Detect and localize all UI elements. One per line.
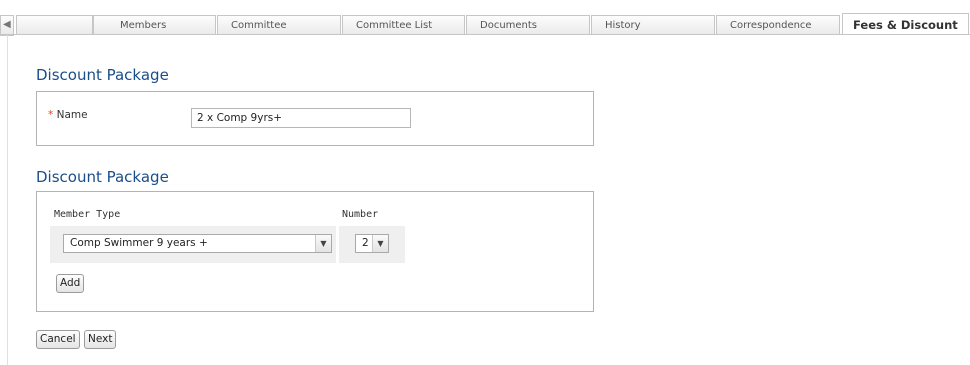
chevron-down-icon: ▼ xyxy=(315,235,331,252)
tab-blank[interactable] xyxy=(16,15,93,34)
tab-correspondence[interactable]: Correspondence xyxy=(716,15,840,34)
tab-documents[interactable]: Documents xyxy=(466,15,590,34)
name-label: Name xyxy=(56,109,88,121)
tab-bar: ◀ Members Committee Committee List Docum… xyxy=(0,0,970,36)
name-input[interactable] xyxy=(191,108,411,128)
member-type-value: Comp Swimmer 9 years + xyxy=(70,237,208,249)
required-marker: * xyxy=(48,109,54,121)
number-value: 2 xyxy=(362,237,369,249)
tab-underline xyxy=(0,34,970,35)
section-title-discount-package-members: Discount Package xyxy=(36,168,169,186)
left-border xyxy=(7,35,8,365)
name-label-wrap: * Name xyxy=(48,109,88,121)
next-button[interactable]: Next xyxy=(84,330,117,349)
member-type-header: Member Type xyxy=(54,209,121,220)
member-type-select[interactable]: Comp Swimmer 9 years + ▼ xyxy=(63,234,332,253)
tab-committee-list[interactable]: Committee List xyxy=(342,15,465,34)
section-title-discount-package: Discount Package xyxy=(36,66,169,84)
arrow-left-icon: ◀ xyxy=(3,19,11,30)
tab-fees-discount[interactable]: Fees & Discount xyxy=(842,13,969,35)
name-panel: * Name xyxy=(36,91,594,146)
number-header: Number xyxy=(342,209,379,220)
add-button[interactable]: Add xyxy=(56,274,85,293)
number-select[interactable]: 2 ▼ xyxy=(355,234,389,253)
chevron-down-icon: ▼ xyxy=(372,235,388,252)
tab-members[interactable]: Members xyxy=(93,15,216,34)
member-type-panel: Member Type Number Comp Swimmer 9 years … xyxy=(36,191,594,312)
scroll-left-button[interactable]: ◀ xyxy=(0,15,14,36)
tab-history[interactable]: History xyxy=(591,15,715,34)
tab-committee[interactable]: Committee xyxy=(217,15,341,34)
cancel-button[interactable]: Cancel xyxy=(36,330,80,349)
